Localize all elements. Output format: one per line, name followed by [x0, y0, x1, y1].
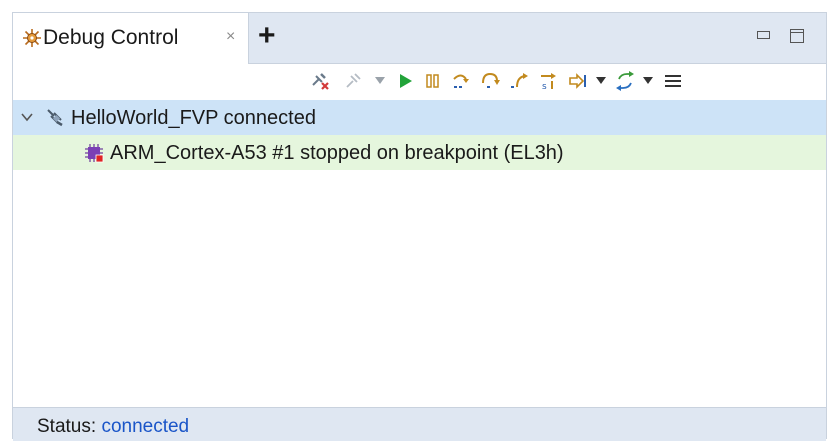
status-label: Status: — [37, 416, 97, 437]
run-to-icon[interactable] — [568, 71, 588, 91]
minimize-icon[interactable] — [757, 31, 770, 39]
target-label: HelloWorld_FVP connected — [71, 107, 316, 129]
add-tab-icon[interactable]: + — [258, 21, 276, 51]
step-out-icon[interactable] — [509, 71, 529, 91]
connect-icon[interactable] — [343, 71, 363, 91]
sync-icon[interactable] — [615, 71, 635, 91]
run-to-dropdown-icon[interactable] — [596, 77, 606, 84]
tab-close-icon[interactable]: × — [226, 27, 235, 47]
tab-title: Debug Control — [43, 26, 179, 49]
tab-debug-control[interactable]: Debug Control × — [13, 13, 249, 64]
core-label: ARM_Cortex-A53 #1 stopped on breakpoint … — [110, 142, 564, 164]
chevron-down-icon[interactable] — [19, 109, 35, 125]
maximize-icon[interactable] — [790, 29, 804, 43]
step-instruction-icon[interactable]: s — [538, 71, 558, 91]
debug-control-view: Debug Control × + s HelloWorld_FVP conne… — [12, 12, 827, 441]
status-bar: Status: connected — [13, 407, 826, 441]
continue-icon[interactable] — [395, 71, 415, 91]
debug-control-icon — [22, 28, 42, 48]
sync-dropdown-icon[interactable] — [643, 77, 653, 84]
status-value-link[interactable]: connected — [101, 416, 189, 437]
step-over-icon[interactable] — [480, 71, 500, 91]
status-text: Status: connected — [37, 416, 189, 438]
target-connection-icon — [45, 107, 65, 127]
connect-dropdown-icon[interactable] — [375, 77, 385, 84]
cpu-core-icon — [84, 143, 104, 163]
view-toolbar: s — [13, 64, 826, 98]
tree-row-target[interactable]: HelloWorld_FVP connected — [13, 100, 826, 135]
disconnect-icon[interactable] — [310, 71, 330, 91]
step-source-line-icon[interactable] — [451, 71, 471, 91]
debug-tree: HelloWorld_FVP connected ARM_Cortex-A53 … — [13, 100, 826, 400]
tree-row-core[interactable]: ARM_Cortex-A53 #1 stopped on breakpoint … — [13, 135, 826, 170]
svg-text:s: s — [542, 82, 547, 91]
pause-icon[interactable] — [423, 71, 443, 91]
tab-bar: Debug Control × + — [13, 13, 826, 64]
view-menu-icon[interactable] — [663, 71, 683, 91]
